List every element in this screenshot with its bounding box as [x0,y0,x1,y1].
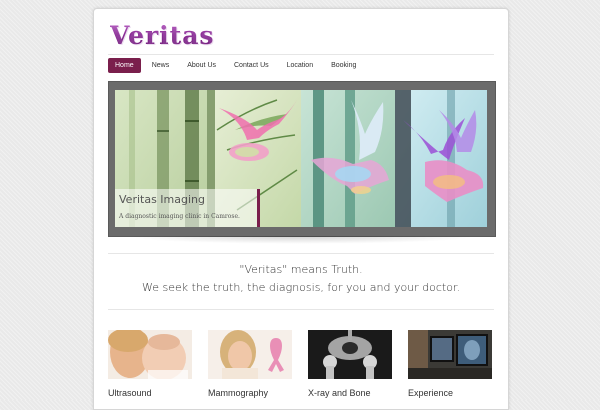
slide-panel-dove-blue [301,90,395,227]
service-label-ultrasound[interactable]: Ultrasound [108,388,152,398]
tagline-line-1: "Veritas" means Truth. [239,263,363,276]
content-divider-top [108,253,494,254]
hero-slider[interactable]: Veritas Imaging A diagnostic imaging cli… [108,81,496,237]
slide-panel-dove-purple [395,90,487,227]
service-label-experience[interactable]: Experience [408,388,453,398]
nav-booking[interactable]: Booking [324,58,363,73]
slider-caption: Veritas Imaging A diagnostic imaging cli… [115,189,260,227]
site-logo[interactable]: Veritas [110,21,215,50]
service-label-xray-and-bone[interactable]: X-ray and Bone [308,388,371,398]
service-thumb-xray-and-bone[interactable] [308,330,392,379]
service-label-mammography[interactable]: Mammography [208,388,268,398]
page-container: Veritas Home News About Us Contact Us Lo… [93,8,509,410]
slider-caption-subtitle: A diagnostic imaging clinic in Camrose. [119,213,240,220]
tagline-line-2: We seek the truth, the diagnosis, for yo… [142,281,460,294]
main-nav: Home News About Us Contact Us Location B… [108,58,363,73]
nav-location[interactable]: Location [280,58,320,73]
nav-home[interactable]: Home [108,58,141,73]
service-thumb-mammography[interactable] [208,330,292,379]
nav-about-us[interactable]: About Us [180,58,223,73]
slider-caption-title: Veritas Imaging [119,193,205,206]
header-divider [108,54,494,55]
slider-shadow [124,236,478,244]
service-thumb-experience[interactable] [408,330,492,379]
nav-news[interactable]: News [145,58,177,73]
content-divider-bottom [108,309,494,310]
nav-contact-us[interactable]: Contact Us [227,58,276,73]
service-thumb-ultrasound[interactable] [108,330,192,379]
